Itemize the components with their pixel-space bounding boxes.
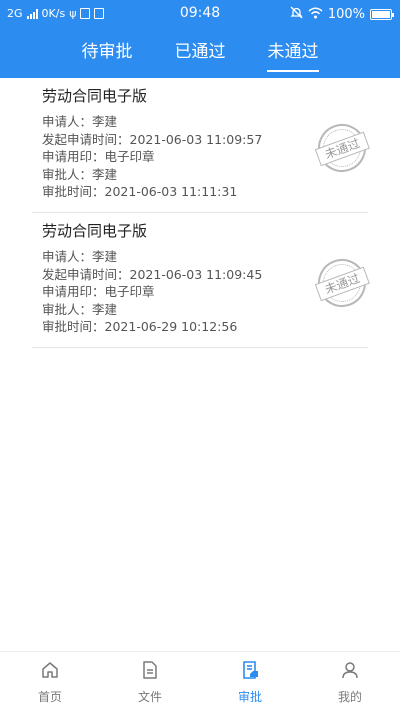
field-label: 申请用印： — [42, 284, 105, 299]
list-item[interactable]: 劳动合同电子版 申请人：李建 发起申请时间：2021-06-03 11:09:5… — [32, 78, 373, 213]
approval-tabs: 待审批 已通过 未通过 — [0, 38, 400, 72]
nav-approval[interactable]: 审批 — [200, 658, 300, 705]
nav-mine[interactable]: 我的 — [300, 658, 400, 705]
field-label: 审批人： — [42, 301, 93, 317]
nav-mine-label: 我的 — [337, 690, 362, 704]
field-label: 发起申请时间： — [42, 266, 130, 282]
approve-time-row: 审批时间：2021-06-29 10:12:56 — [42, 318, 368, 336]
field-label: 申请人： — [42, 114, 93, 129]
mute-alarm-icon — [290, 6, 303, 23]
field-label: 审批时间： — [42, 184, 105, 199]
user-icon — [300, 660, 400, 684]
apply-time: 2021-06-03 11:09:45 — [129, 266, 263, 282]
list-item[interactable]: 劳动合同电子版 申请人：李建 发起申请时间：2021-06-03 11:09:4… — [32, 213, 373, 348]
field-label: 审批时间： — [42, 319, 105, 334]
tab-pending[interactable]: 待审批 — [67, 38, 147, 66]
nav-home[interactable]: 首页 — [0, 658, 100, 705]
seal-type: 电子印章 — [104, 149, 155, 164]
approve-time: 2021-06-29 10:12:56 — [104, 319, 238, 334]
approve-time: 2021-06-03 11:11:31 — [104, 184, 238, 199]
battery-icon — [370, 9, 394, 20]
bottom-nav: 首页 文件 审批 我的 — [0, 651, 400, 711]
applicant-name: 李建 — [92, 114, 118, 129]
nav-approval-label: 审批 — [237, 690, 262, 704]
tab-rejected[interactable]: 未通过 — [253, 38, 333, 66]
apply-time: 2021-06-03 11:09:57 — [129, 131, 263, 147]
document-title: 劳动合同电子版 — [42, 87, 148, 105]
field-label: 申请人： — [42, 249, 93, 264]
field-label: 申请用印： — [42, 149, 105, 164]
stamp-text: 未通过 — [314, 131, 370, 167]
approver-name: 李建 — [92, 301, 118, 317]
document-title: 劳动合同电子版 — [42, 222, 148, 240]
applicant-row: 申请人：李建 — [42, 113, 368, 131]
nav-file[interactable]: 文件 — [100, 658, 200, 705]
nav-home-label: 首页 — [37, 690, 62, 704]
approval-list: 劳动合同电子版 申请人：李建 发起申请时间：2021-06-03 11:09:5… — [32, 78, 373, 348]
field-label: 发起申请时间： — [42, 131, 130, 147]
file-icon — [100, 660, 200, 684]
stamp-text: 未通过 — [314, 266, 370, 302]
applicant-row: 申请人：李建 — [42, 248, 368, 266]
approver-name: 李建 — [92, 166, 118, 182]
nav-file-label: 文件 — [137, 690, 162, 704]
approver-row: 审批人：李建 — [42, 166, 368, 184]
battery-percent: 100% — [327, 7, 365, 22]
home-icon — [0, 660, 100, 684]
approve-time-row: 审批时间：2021-06-03 11:11:31 — [42, 183, 368, 201]
status-bar: 2G 0K/s ψ 09:48 100% — [0, 0, 400, 28]
tab-approved[interactable]: 已通过 — [160, 38, 240, 66]
app-header: 2G 0K/s ψ 09:48 100% 待审批 已通过 未通过 — [0, 0, 400, 78]
field-label: 审批人： — [42, 166, 93, 182]
approval-icon — [200, 660, 300, 684]
approver-row: 审批人：李建 — [42, 301, 368, 319]
active-tab-indicator — [267, 70, 319, 72]
seal-type: 电子印章 — [104, 284, 155, 299]
applicant-name: 李建 — [92, 249, 118, 264]
wifi-icon — [308, 7, 323, 23]
status-right: 100% — [290, 6, 394, 23]
